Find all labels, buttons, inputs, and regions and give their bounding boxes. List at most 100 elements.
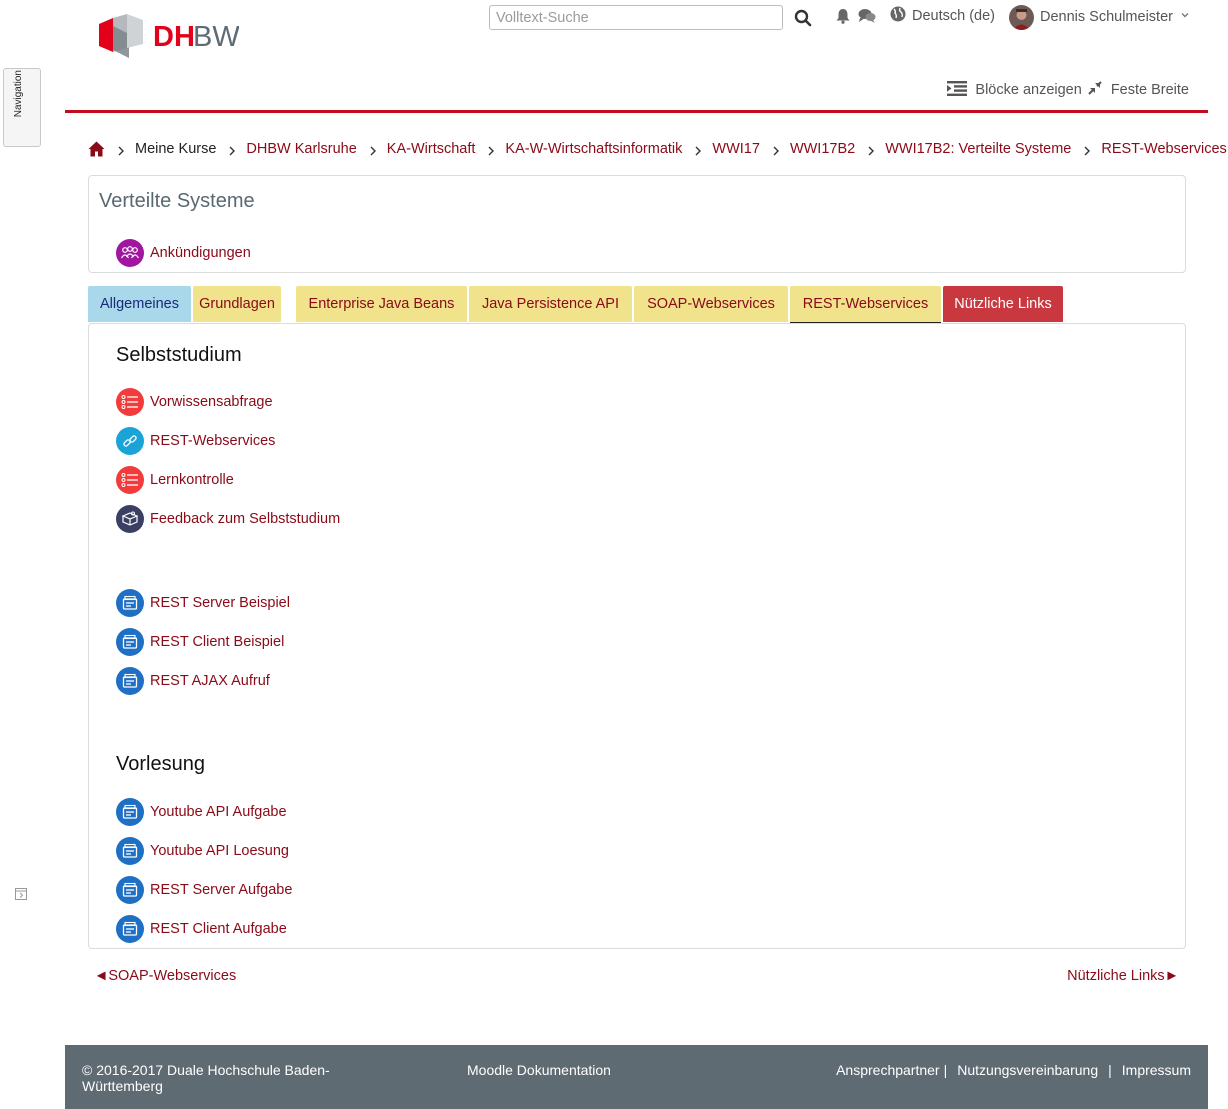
search-input[interactable] bbox=[489, 5, 783, 30]
announcements-link[interactable]: Ankündigungen bbox=[116, 239, 251, 267]
activity-rest-client-aufgabe[interactable]: REST Client Aufgabe bbox=[116, 915, 287, 943]
activity-lernkontrolle[interactable]: Lernkontrolle bbox=[116, 466, 234, 494]
prev-label: SOAP-Webservices bbox=[108, 968, 237, 984]
tab-label: Java Persistence API bbox=[481, 296, 619, 312]
user-menu[interactable]: Dennis Schulmeister bbox=[1009, 4, 1191, 30]
next-arrow-icon: ► bbox=[1164, 968, 1179, 984]
activity-label: Feedback zum Selbststudium bbox=[150, 511, 341, 527]
activity-feedback-selbststudium[interactable]: Feedback zum Selbststudium bbox=[116, 505, 340, 533]
dock-expand-icon[interactable] bbox=[15, 888, 27, 900]
footer-copyright: © 2016-2017 Duale Hochschule Baden-Württ… bbox=[82, 1062, 330, 1094]
footer-link-nutzungsvereinbarung[interactable]: Nutzungsvereinbarung bbox=[957, 1062, 1098, 1078]
tab-nuetzliche-links[interactable]: Nützliche Links bbox=[943, 286, 1063, 322]
footer-separator: | bbox=[1108, 1062, 1112, 1078]
avatar bbox=[1009, 4, 1034, 30]
activity-label: REST Server Beispiel bbox=[150, 595, 290, 611]
language-menu[interactable]: Deutsch (de) bbox=[890, 6, 995, 26]
resource-icon bbox=[116, 628, 144, 656]
show-blocks-button[interactable]: Blöcke anzeigen bbox=[947, 80, 1082, 100]
tab-rest-webservices[interactable]: REST-Webservices bbox=[790, 286, 941, 323]
activity-rest-webservices-url[interactable]: REST-Webservices bbox=[116, 427, 275, 455]
resource-icon bbox=[116, 798, 144, 826]
activity-label: REST Server Aufgabe bbox=[150, 882, 293, 898]
activity-label: REST-Webservices bbox=[150, 433, 276, 449]
chevron-right-icon bbox=[694, 144, 702, 156]
section-title-vorlesung: Vorlesung bbox=[116, 753, 205, 775]
breadcrumb-item[interactable]: KA-W-Wirtschaftsinformatik bbox=[505, 141, 682, 157]
show-blocks-label: Blöcke anzeigen bbox=[975, 82, 1082, 98]
breadcrumb-item[interactable]: DHBW Karlsruhe bbox=[246, 141, 356, 157]
chevron-right-icon bbox=[369, 144, 377, 156]
breadcrumb-item[interactable]: KA-Wirtschaft bbox=[387, 141, 476, 157]
breadcrumb-item[interactable]: WWI17B2: Verteilte Systeme bbox=[885, 141, 1071, 157]
tab-label: SOAP-Webservices bbox=[647, 296, 775, 312]
tab-label: Allgemeines bbox=[100, 296, 179, 312]
activity-label: Youtube API Aufgabe bbox=[150, 804, 287, 820]
tab-label: Grundlagen bbox=[199, 296, 275, 312]
footer-link-ansprechpartner[interactable]: Ansprechpartner bbox=[836, 1062, 940, 1078]
tab-soap-webservices[interactable]: SOAP-Webservices bbox=[634, 286, 788, 322]
activity-vorwissensabfrage[interactable]: Vorwissensabfrage bbox=[116, 388, 273, 416]
tab-enterprise-java-beans[interactable]: Enterprise Java Beans bbox=[296, 286, 467, 322]
notification-bell-icon[interactable] bbox=[835, 8, 851, 24]
footer-separator: | bbox=[943, 1062, 948, 1078]
quiz-icon bbox=[116, 466, 144, 494]
resource-icon bbox=[116, 876, 144, 904]
activity-youtube-api-loesung[interactable]: Youtube API Loesung bbox=[116, 837, 289, 865]
user-name: Dennis Schulmeister bbox=[1040, 9, 1173, 25]
chevron-right-icon bbox=[867, 144, 875, 156]
fixed-width-button[interactable]: Feste Breite bbox=[1087, 80, 1189, 100]
svg-text:DH: DH bbox=[153, 21, 195, 53]
search-icon[interactable] bbox=[794, 9, 814, 29]
indent-icon bbox=[947, 80, 968, 100]
home-icon[interactable] bbox=[88, 141, 105, 157]
chevron-right-icon bbox=[117, 144, 125, 156]
activity-rest-ajax-aufruf[interactable]: REST AJAX Aufruf bbox=[116, 667, 270, 695]
activity-rest-server-aufgabe[interactable]: REST Server Aufgabe bbox=[116, 876, 292, 904]
course-header-box: Verteilte Systeme Ankündigungen bbox=[88, 175, 1186, 273]
compress-icon bbox=[1087, 80, 1103, 100]
announcements-label: Ankündigungen bbox=[150, 245, 251, 261]
breadcrumb-item[interactable]: Meine Kurse bbox=[135, 141, 216, 157]
chevron-right-icon bbox=[772, 144, 780, 156]
activity-rest-client-beispiel[interactable]: REST Client Beispiel bbox=[116, 628, 284, 656]
activity-rest-server-beispiel[interactable]: REST Server Beispiel bbox=[116, 589, 290, 617]
chevron-right-icon bbox=[1083, 144, 1091, 156]
breadcrumb: Meine Kurse DHBW Karlsruhe KA-Wirtschaft KA… bbox=[88, 139, 1227, 159]
chevron-right-icon bbox=[487, 144, 495, 156]
activity-label: Youtube API Loesung bbox=[150, 843, 289, 859]
page-footer: © 2016-2017 Duale Hochschule Baden-Württ… bbox=[65, 1045, 1208, 1109]
quiz-icon bbox=[116, 388, 144, 416]
forum-icon bbox=[116, 239, 144, 267]
breadcrumb-item[interactable]: WWI17B2 bbox=[790, 141, 855, 157]
tab-grundlagen[interactable]: Grundlagen bbox=[193, 286, 281, 322]
previous-section-link[interactable]: ◄SOAP-Webservices bbox=[94, 968, 236, 984]
footer-docs-link[interactable]: Moodle Dokumentation bbox=[467, 1062, 611, 1078]
svg-text:BW: BW bbox=[193, 21, 239, 53]
tab-label: Nützliche Links bbox=[954, 296, 1052, 312]
breadcrumb-item[interactable]: WWI17 bbox=[712, 141, 760, 157]
fixed-width-label: Feste Breite bbox=[1110, 82, 1189, 98]
messages-icon[interactable] bbox=[858, 8, 876, 24]
resource-icon bbox=[116, 589, 144, 617]
activity-label: REST Client Aufgabe bbox=[150, 921, 287, 937]
section-title-selbststudium: Selbststudium bbox=[116, 344, 242, 366]
resource-icon bbox=[116, 915, 144, 943]
chevron-down-icon bbox=[1179, 9, 1191, 25]
next-section-link[interactable]: Nützliche Links► bbox=[1067, 968, 1179, 984]
activity-label: Vorwissensabfrage bbox=[150, 394, 273, 410]
tab-java-persistence-api[interactable]: Java Persistence API bbox=[469, 286, 632, 322]
header-tools: Blöcke anzeigen Feste Breite bbox=[947, 80, 1189, 100]
prev-arrow-icon: ◄ bbox=[94, 968, 109, 984]
tab-label: Enterprise Java Beans bbox=[308, 296, 455, 312]
course-title: Verteilte Systeme bbox=[99, 190, 255, 212]
breadcrumb-item[interactable]: REST-Webservices bbox=[1101, 141, 1226, 157]
language-label: Deutsch (de) bbox=[912, 8, 996, 24]
next-label: Nützliche Links bbox=[1067, 968, 1165, 984]
dhbw-logo[interactable]: DH BW bbox=[99, 14, 239, 60]
activity-label: REST Client Beispiel bbox=[150, 634, 285, 650]
activity-youtube-api-aufgabe[interactable]: Youtube API Aufgabe bbox=[116, 798, 287, 826]
footer-link-impressum[interactable]: Impressum bbox=[1122, 1062, 1191, 1078]
tab-allgemeines[interactable]: Allgemeines bbox=[88, 286, 191, 322]
globe-icon bbox=[890, 6, 906, 26]
